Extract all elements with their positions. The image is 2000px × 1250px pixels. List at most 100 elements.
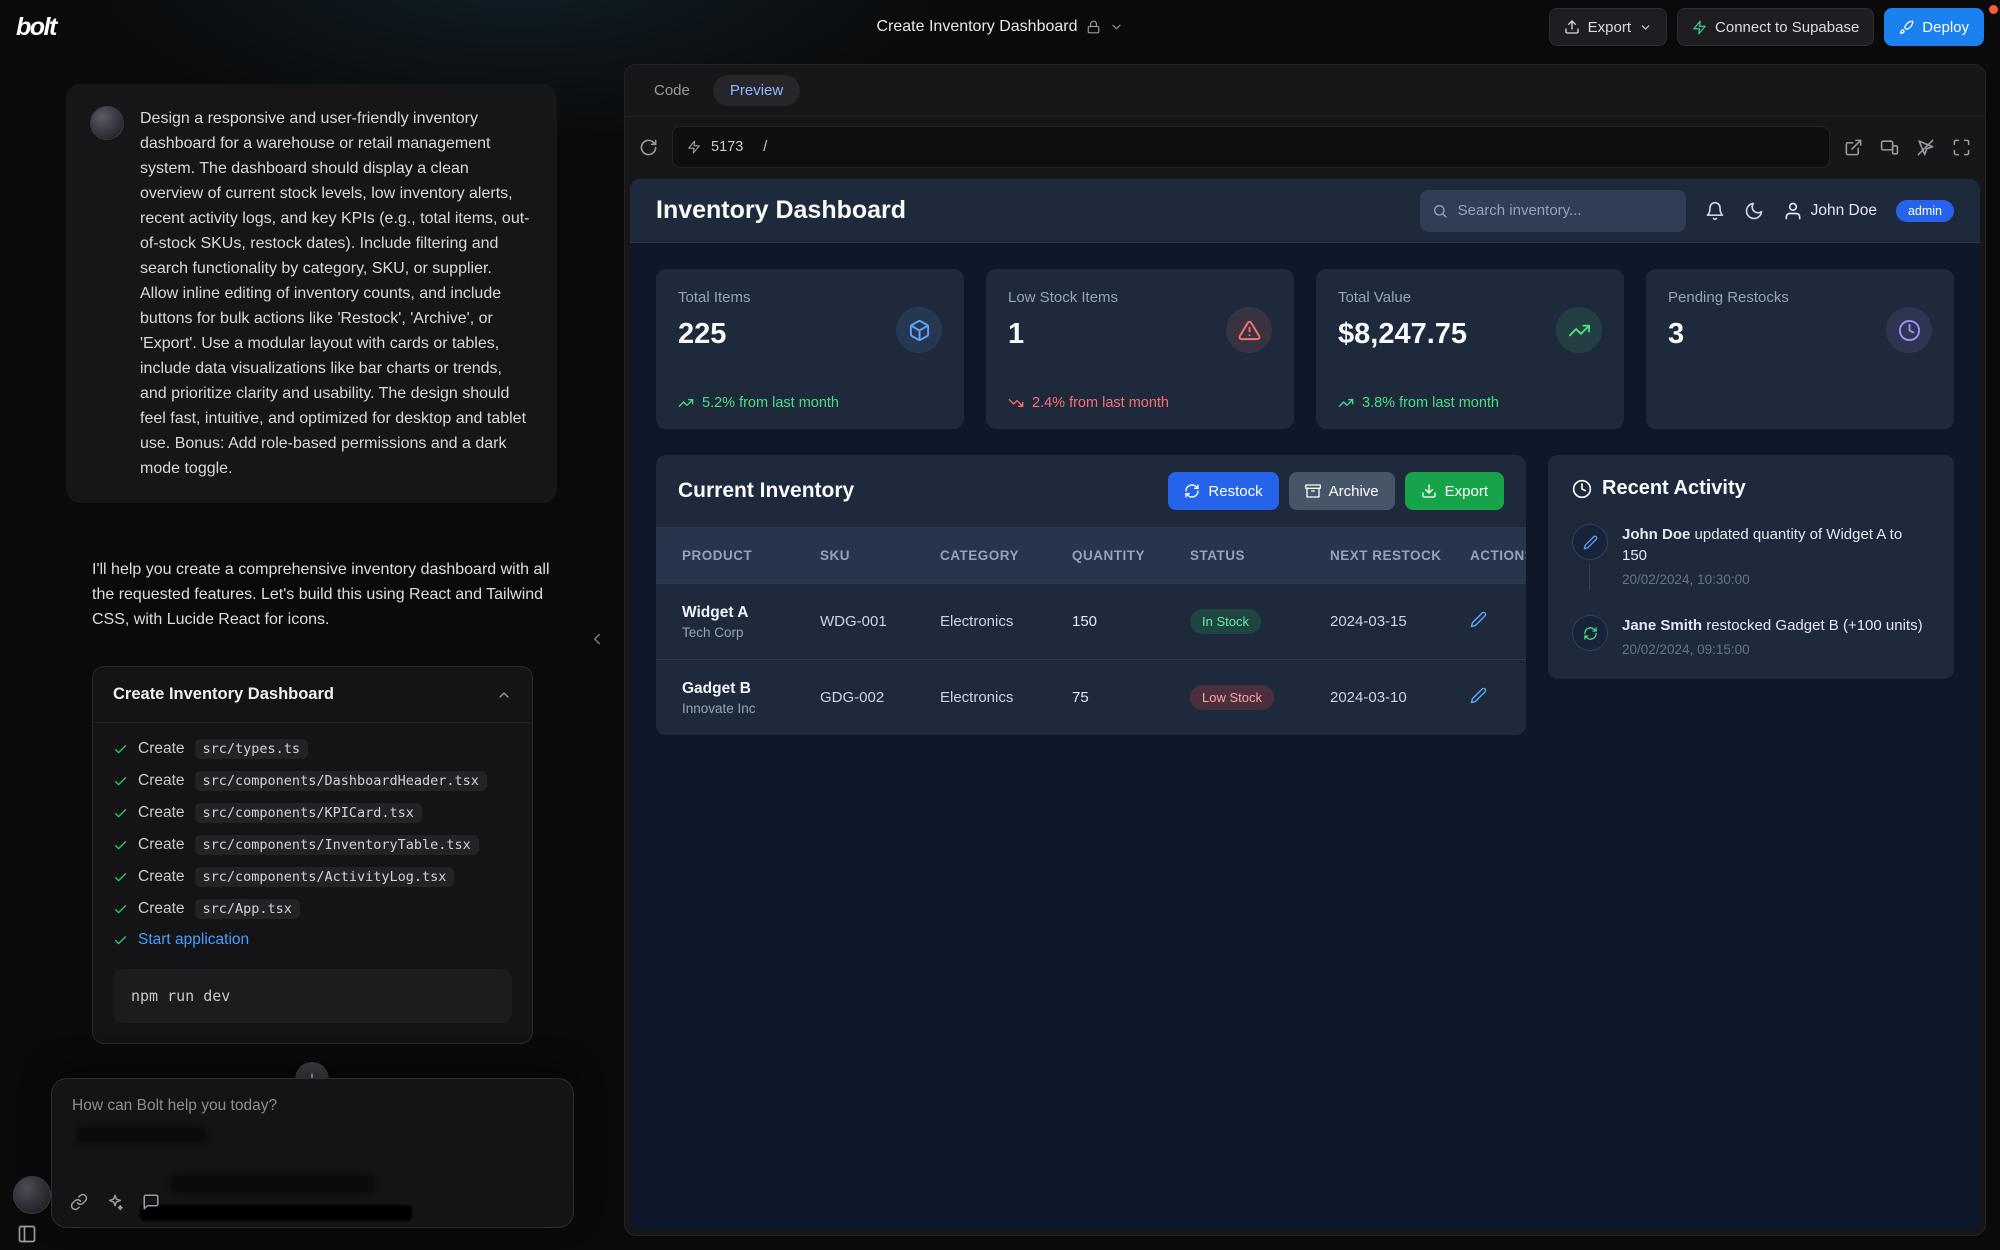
- artifact-steps: Create src/types.ts Create src/component…: [93, 722, 532, 1043]
- refresh-icon: [1184, 483, 1200, 499]
- kpi-trend: 5.2% from last month: [678, 395, 839, 411]
- project-title-menu[interactable]: Create Inventory Dashboard: [877, 18, 1124, 36]
- chevron-down-icon: [1639, 21, 1652, 34]
- activity-item: John Doe updated quantity of Widget A to…: [1572, 524, 1930, 587]
- redacted-text: [140, 1205, 412, 1221]
- edit-row-button[interactable]: [1470, 611, 1487, 628]
- search-field[interactable]: [1458, 202, 1674, 219]
- redacted-text: [170, 1175, 375, 1193]
- activity-actor: Jane Smith: [1622, 617, 1702, 634]
- pencil-icon: [1470, 611, 1487, 628]
- clock-icon: [1886, 307, 1932, 353]
- link-icon[interactable]: [70, 1193, 88, 1211]
- file-chip[interactable]: src/components/DashboardHeader.tsx: [195, 771, 487, 791]
- start-application-link[interactable]: Start application: [138, 931, 249, 949]
- collapse-chat-button[interactable]: [588, 630, 606, 648]
- recent-activity-card: Recent Activity John Doe updat: [1548, 455, 1954, 679]
- next-restock-cell: 2024-03-10: [1330, 689, 1470, 706]
- quantity-cell[interactable]: 75: [1072, 689, 1190, 706]
- tab-code[interactable]: Code: [637, 75, 707, 106]
- check-icon: [113, 742, 128, 757]
- upload-icon: [1564, 19, 1580, 35]
- file-chip[interactable]: src/components/ActivityLog.tsx: [195, 867, 455, 887]
- refresh-button[interactable]: [639, 138, 658, 157]
- user-menu[interactable]: John Doe: [1783, 201, 1877, 221]
- preview-toolbar: 5173 /: [625, 117, 1985, 177]
- chat-bubble-icon[interactable]: [142, 1193, 160, 1211]
- search-input[interactable]: [1420, 190, 1686, 232]
- sku-cell: GDG-002: [820, 689, 940, 706]
- recent-activity-header: Recent Activity: [1572, 477, 1930, 500]
- restock-button[interactable]: Restock: [1168, 472, 1278, 510]
- chat-input-field[interactable]: [72, 1097, 553, 1115]
- bolt-logo[interactable]: bolt: [16, 13, 56, 42]
- chevron-left-icon: [588, 630, 606, 648]
- preview-controls: [1844, 138, 1971, 157]
- artifact-step: Create src/components/ActivityLog.tsx: [113, 861, 512, 893]
- check-icon: [113, 933, 128, 948]
- file-chip[interactable]: src/components/InventoryTable.tsx: [195, 835, 479, 855]
- open-external-button[interactable]: [1844, 138, 1863, 157]
- artifact-header[interactable]: Create Inventory Dashboard: [93, 667, 532, 722]
- file-chip[interactable]: src/types.ts: [195, 739, 309, 759]
- user-name: John Doe: [1811, 202, 1877, 220]
- url-path: /: [763, 139, 767, 155]
- pointer-off-icon: [1916, 138, 1935, 157]
- kpi-trend: 3.8% from last month: [1338, 395, 1499, 411]
- status-badge: In Stock: [1190, 609, 1261, 634]
- account-avatar[interactable]: [13, 1176, 51, 1214]
- file-chip[interactable]: src/App.tsx: [195, 899, 300, 919]
- artifact-step: Create src/types.ts: [113, 733, 512, 765]
- assistant-message-text: I'll help you create a comprehensive inv…: [92, 557, 558, 632]
- category-cell: Electronics: [940, 689, 1072, 706]
- archive-icon: [1305, 483, 1321, 499]
- deploy-button[interactable]: Deploy: [1884, 8, 1984, 46]
- inventory-header: Current Inventory Restock Archive: [656, 455, 1526, 527]
- notifications-button[interactable]: [1705, 201, 1725, 221]
- quantity-cell[interactable]: 150: [1072, 613, 1190, 630]
- fullscreen-button[interactable]: [1952, 138, 1971, 157]
- file-chip[interactable]: src/components/KPICard.tsx: [195, 803, 422, 823]
- inventory-table-header: PRODUCT SKU CATEGORY QUANTITY STATUS NEX…: [656, 527, 1526, 583]
- category-cell: Electronics: [940, 613, 1072, 630]
- archive-button[interactable]: Archive: [1289, 472, 1395, 510]
- url-bar[interactable]: 5173 /: [672, 126, 1830, 168]
- kpi-row: Total Items 225 5.2% from last month Low…: [656, 269, 1954, 429]
- product-name: Widget A: [682, 604, 820, 622]
- device-preview-button[interactable]: [1880, 138, 1899, 157]
- dashboard-main-row: Current Inventory Restock Archive: [656, 455, 1954, 735]
- dashboard-content: Total Items 225 5.2% from last month Low…: [630, 243, 1980, 1230]
- inventory-title: Current Inventory: [678, 479, 854, 503]
- chat-panel: Design a responsive and user-friendly in…: [0, 54, 624, 1250]
- chat-input: [51, 1078, 574, 1228]
- tab-preview[interactable]: Preview: [713, 75, 800, 106]
- clock-icon: [1572, 479, 1592, 499]
- activity-actor: John Doe: [1622, 526, 1690, 543]
- activity-timestamp: 20/02/2024, 09:15:00: [1622, 642, 1923, 657]
- edit-row-button[interactable]: [1470, 687, 1487, 704]
- user-message: Design a responsive and user-friendly in…: [66, 84, 557, 503]
- inspector-toggle-button[interactable]: [1916, 138, 1935, 157]
- inventory-actions: Restock Archive Export: [1168, 472, 1504, 510]
- artifact-step: Create src/App.tsx: [113, 893, 512, 925]
- chevron-up-icon[interactable]: [496, 687, 512, 703]
- kpi-card-total-items: Total Items 225 5.2% from last month: [656, 269, 964, 429]
- inventory-card: Current Inventory Restock Archive: [656, 455, 1526, 735]
- export-inventory-button[interactable]: Export: [1405, 472, 1504, 510]
- dark-mode-toggle[interactable]: [1744, 201, 1764, 221]
- product-supplier: Tech Corp: [682, 625, 820, 640]
- topbar: bolt Create Inventory Dashboard Export C…: [0, 0, 2000, 54]
- export-button[interactable]: Export: [1549, 8, 1667, 46]
- panel-left-icon: [17, 1224, 37, 1244]
- connect-supabase-button[interactable]: Connect to Supabase: [1677, 8, 1874, 46]
- artifact-card: Create Inventory Dashboard Create src/ty…: [92, 666, 533, 1044]
- next-restock-cell: 2024-03-15: [1330, 613, 1470, 630]
- trending-up-icon: [1556, 307, 1602, 353]
- sidebar-toggle-button[interactable]: [17, 1224, 37, 1244]
- maximize-icon: [1952, 138, 1971, 157]
- user-icon: [1783, 201, 1803, 221]
- check-icon: [113, 838, 128, 853]
- product-name: Gadget B: [682, 680, 820, 698]
- check-icon: [113, 774, 128, 789]
- sparkles-icon[interactable]: [106, 1193, 124, 1211]
